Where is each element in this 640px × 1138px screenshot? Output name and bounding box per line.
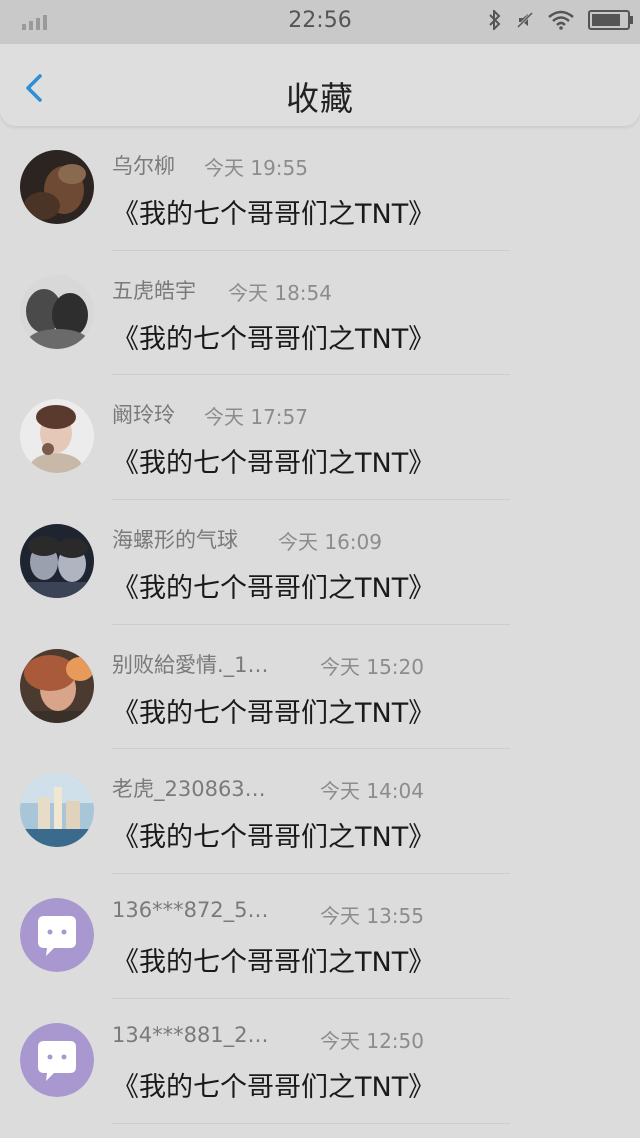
list-item[interactable]: 老虎_230863… 今天 14:04 《我的七个哥哥们之TNT》 (0, 749, 640, 875)
avatar[interactable] (20, 524, 94, 599)
list-item[interactable]: 乌尔柳 今天 19:55 《我的七个哥哥们之TNT》 (0, 126, 640, 251)
timestamp: 今天 15:20 (320, 654, 424, 679)
book-title[interactable]: 《我的七个哥哥们之TNT》 (112, 317, 435, 356)
avatar[interactable] (20, 773, 94, 848)
list-item[interactable]: 别败給愛情._1… 今天 15:20 《我的七个哥哥们之TNT》 (0, 625, 640, 750)
divider (112, 1122, 510, 1124)
list-item[interactable]: 136***872_5… 今天 13:55 《我的七个哥哥们之TNT》 (0, 874, 640, 999)
nav-bar: 收藏 (0, 44, 640, 126)
battery-icon (588, 10, 633, 30)
book-title[interactable]: 《我的七个哥哥们之TNT》 (112, 441, 435, 480)
page-title: 收藏 (286, 79, 354, 118)
avatar[interactable] (20, 274, 94, 349)
avatar[interactable] (20, 648, 94, 723)
mute-icon (516, 11, 534, 29)
book-title[interactable]: 《我的七个哥哥们之TNT》 (112, 815, 435, 854)
bluetooth-icon (489, 10, 501, 30)
timestamp: 今天 19:55 (204, 156, 308, 180)
author-name: 乌尔柳 (112, 154, 175, 178)
list-item[interactable]: 五虎皓宇 今天 18:54 《我的七个哥哥们之TNT》 (0, 251, 640, 376)
favorites-list: 乌尔柳 今天 19:55 《我的七个哥哥们之TNT》 五虎皓宇 今天 18:54… (0, 126, 640, 1124)
avatar[interactable] (20, 399, 94, 474)
author-name: 海螺形的气球 (112, 528, 238, 553)
author-name: 134***881_2… (112, 1022, 269, 1047)
list-item[interactable]: 海螺形的气球 今天 16:09 《我的七个哥哥们之TNT》 (0, 500, 640, 625)
book-title[interactable]: 《我的七个哥哥们之TNT》 (112, 192, 435, 231)
status-icons (488, 10, 633, 30)
author-name: 老虎_230863… (112, 777, 266, 802)
book-title[interactable]: 《我的七个哥哥们之TNT》 (112, 691, 435, 730)
author-name: 136***872_5… (112, 898, 269, 923)
author-name: 五虎皓宇 (112, 278, 196, 303)
timestamp: 今天 12:50 (320, 1028, 424, 1053)
book-title[interactable]: 《我的七个哥哥们之TNT》 (112, 940, 435, 979)
wifi-icon (548, 10, 574, 30)
timestamp: 今天 14:04 (320, 779, 424, 804)
list-item[interactable]: 134***881_2… 今天 12:50 《我的七个哥哥们之TNT》 (0, 999, 640, 1124)
author-name: 阚玲玲 (112, 403, 175, 428)
timestamp: 今天 17:57 (204, 405, 308, 430)
avatar[interactable] (20, 1022, 94, 1097)
list-item[interactable]: 阚玲玲 今天 17:57 《我的七个哥哥们之TNT》 (0, 375, 640, 501)
avatar[interactable] (20, 898, 94, 973)
timestamp: 今天 18:54 (228, 280, 332, 305)
timestamp: 今天 13:55 (320, 904, 424, 929)
timestamp: 今天 16:09 (278, 530, 382, 555)
status-bar: 22:56 (0, 0, 640, 44)
avatar[interactable] (20, 150, 94, 224)
book-title[interactable]: 《我的七个哥哥们之TNT》 (112, 1065, 435, 1104)
book-title[interactable]: 《我的七个哥哥们之TNT》 (112, 566, 435, 605)
author-name: 别败給愛情._1… (112, 652, 269, 677)
